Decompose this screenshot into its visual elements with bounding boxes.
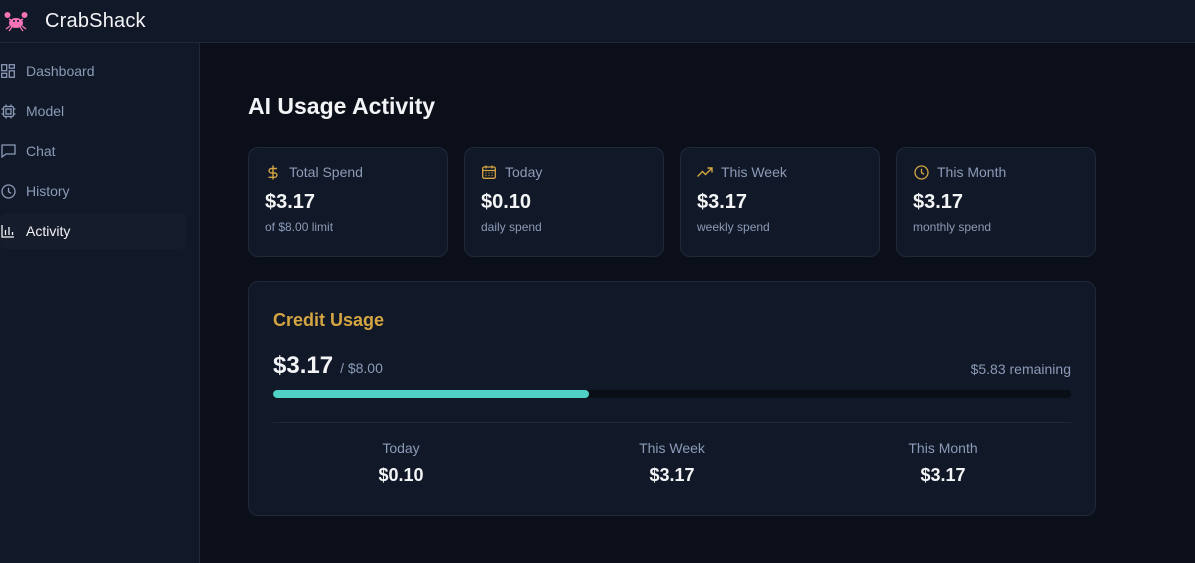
sidebar: Dashboard Model Chat History Activity (0, 43, 200, 563)
spend-breakdown: Today $0.10 This Week $3.17 This Month $… (273, 440, 1071, 486)
sidebar-item-label: Chat (26, 143, 56, 159)
page-title: AI Usage Activity (248, 93, 436, 119)
sidebar-item-chat[interactable]: Chat (0, 133, 186, 169)
chat-icon (0, 143, 16, 159)
top-bar: CrabShack (0, 0, 1195, 43)
stat-label: This Week (721, 164, 787, 180)
breakdown-value: $3.17 (649, 465, 695, 485)
app-title[interactable]: CrabShack (45, 10, 146, 33)
breakdown-label: Today (382, 440, 420, 456)
stat-value: $3.17 (913, 191, 964, 213)
breakdown-label: This Week (639, 440, 705, 456)
breakdown-value: $0.10 (378, 465, 424, 485)
credit-amount: $3.17 / $8.00 (273, 352, 383, 380)
crab-icon[interactable] (3, 8, 29, 34)
main-content: AI Usage Activity Total Spend $3.17 of $… (201, 43, 1195, 563)
credit-remaining: $5.83 remaining (970, 361, 1071, 377)
this-month-card: This Month $3.17 monthly spend (896, 147, 1096, 257)
sidebar-item-history[interactable]: History (0, 173, 186, 209)
sidebar-item-label: Model (26, 103, 65, 119)
breakdown-this-week: This Week $3.17 (544, 440, 800, 486)
dashboard-icon (0, 63, 16, 79)
stat-subtext: daily spend (481, 220, 542, 234)
credit-used-value: $3.17 (273, 352, 334, 379)
today-card: Today $0.10 daily spend (464, 147, 664, 257)
sidebar-item-label: Dashboard (26, 63, 95, 79)
stat-value: $3.17 (265, 191, 316, 213)
stat-subtext: of $8.00 limit (265, 220, 334, 234)
stat-subtext: weekly spend (697, 220, 770, 234)
credit-limit-value: / $8.00 (340, 360, 383, 376)
trending-up-icon (697, 164, 713, 180)
sidebar-item-label: History (26, 183, 70, 199)
sidebar-item-label: Activity (26, 223, 71, 239)
credit-progress-bar (273, 390, 1071, 398)
stat-subtext: monthly spend (913, 220, 992, 234)
sidebar-item-dashboard[interactable]: Dashboard (0, 53, 186, 89)
clock-icon (0, 183, 16, 199)
stat-label: Today (505, 164, 543, 180)
credit-usage-title: Credit Usage (273, 310, 385, 330)
stat-label: Total Spend (289, 164, 363, 180)
breakdown-this-month: This Month $3.17 (815, 440, 1071, 486)
total-spend-card: Total Spend $3.17 of $8.00 limit (248, 147, 448, 257)
stat-value: $3.17 (697, 191, 748, 213)
credit-progress-fill (273, 390, 589, 398)
divider (273, 422, 1071, 423)
stat-value: $0.10 (481, 191, 532, 213)
chip-icon (0, 103, 16, 119)
calendar-icon (481, 164, 497, 180)
sidebar-item-model[interactable]: Model (0, 93, 186, 129)
breakdown-label: This Month (908, 440, 978, 456)
this-week-card: This Week $3.17 weekly spend (680, 147, 880, 257)
breakdown-value: $3.17 (920, 465, 966, 485)
credit-usage-card: Credit Usage $3.17 / $8.00 $5.83 remaini… (248, 281, 1096, 516)
stat-label: This Month (937, 164, 1007, 180)
sidebar-item-activity[interactable]: Activity (0, 213, 186, 249)
dollar-icon (265, 164, 281, 180)
bar-chart-icon (0, 223, 16, 239)
clock-icon (913, 164, 929, 180)
breakdown-today: Today $0.10 (273, 440, 529, 486)
